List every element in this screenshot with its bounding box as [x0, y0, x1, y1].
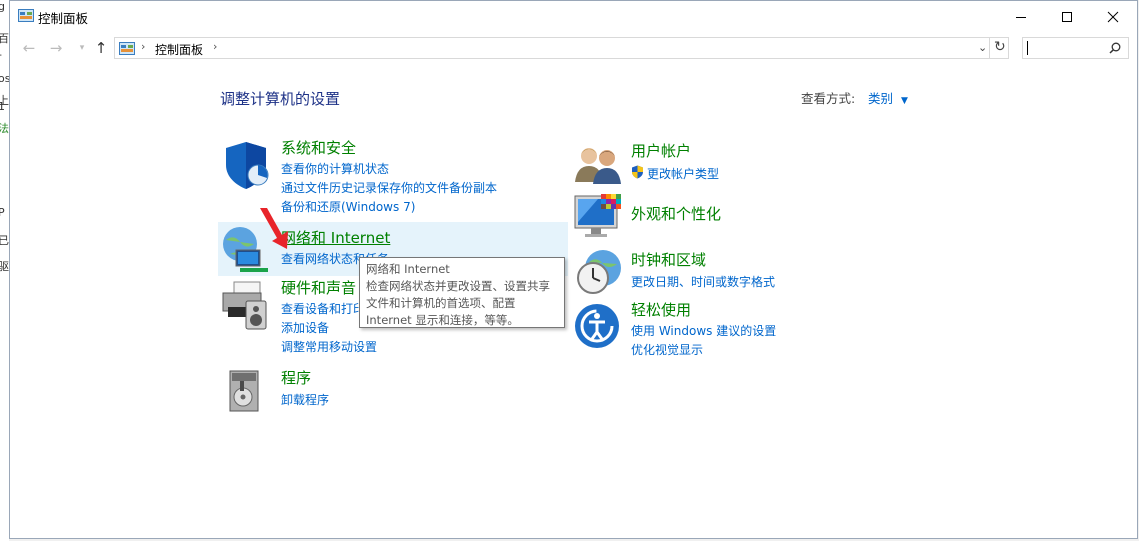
programs-icon[interactable]	[226, 367, 268, 415]
category-clock-region[interactable]: 时钟和区域	[631, 249, 706, 270]
link-backup-restore[interactable]: 备份和还原(Windows 7)	[281, 198, 415, 215]
control-panel-window: 控制面板 ← → ▾ ↑ › 控制面板 › ⌄ ↻ 调整计算机的设置 查看方式:…	[9, 0, 1138, 539]
link-date-time-format[interactable]: 更改日期、时间或数字格式	[631, 273, 775, 290]
text-cursor	[1027, 41, 1028, 55]
dropdown-triangle-icon[interactable]: ▼	[901, 96, 908, 106]
title-bar[interactable]: 控制面板	[10, 1, 1137, 32]
view-by-label: 查看方式:	[801, 91, 856, 106]
category-hardware-sound[interactable]: 硬件和声音	[281, 277, 356, 298]
forward-arrow-icon[interactable]: →	[47, 39, 65, 57]
background-fragment: P	[0, 206, 5, 219]
chevron-right-icon[interactable]: ›	[141, 40, 145, 53]
content-area: 调整计算机的设置 查看方式: 类别 ▼ 系统和安全 查看你的计算机状态 通过文件…	[10, 64, 1137, 538]
minimize-icon	[1016, 16, 1026, 18]
background-fragment: os	[0, 72, 9, 85]
navigation-bar: ← → ▾ ↑ › 控制面板 › ⌄ ↻	[10, 32, 1137, 64]
shield-icon[interactable]	[220, 139, 272, 191]
control-panel-icon	[18, 9, 34, 22]
background-fragment: g	[0, 0, 5, 13]
breadcrumb-control-panel[interactable]: 控制面板	[155, 41, 203, 58]
recent-locations-icon[interactable]: ▾	[73, 39, 91, 57]
link-add-device[interactable]: 添加设备	[281, 319, 329, 336]
maximize-button[interactable]	[1044, 1, 1090, 32]
page-title: 调整计算机的设置	[220, 90, 341, 108]
link-view-computer-status[interactable]: 查看你的计算机状态	[281, 160, 389, 177]
minimize-button[interactable]	[998, 1, 1044, 32]
tooltip-line: 文件和计算机的首选项、配置	[366, 296, 516, 310]
address-bar[interactable]: › 控制面板 › ⌄ ↻	[114, 37, 1009, 59]
background-fragment: 1	[0, 100, 5, 113]
search-input[interactable]	[1029, 40, 1103, 58]
tooltip-line: 检查网络状态并更改设置、设置共享	[366, 279, 550, 293]
background-fragment: 百	[0, 32, 9, 45]
chevron-right-icon[interactable]: ›	[213, 40, 217, 53]
address-divider	[989, 37, 990, 59]
link-file-history-backup[interactable]: 通过文件历史记录保存你的文件备份副本	[281, 179, 497, 196]
network-tooltip: 网络和 Internet 检查网络状态并更改设置、设置共享 文件和计算机的首选项…	[359, 257, 565, 328]
clock-globe-icon[interactable]	[573, 246, 625, 298]
appearance-personalization-icon[interactable]	[573, 192, 625, 244]
back-arrow-icon[interactable]: ←	[20, 39, 38, 57]
red-arrow-annotation-icon	[260, 208, 288, 249]
background-fragment: 法	[0, 122, 9, 135]
view-by-dropdown[interactable]: 类别 ▼	[868, 88, 908, 107]
refresh-icon[interactable]: ↻	[994, 39, 1006, 55]
link-recommended-settings[interactable]: 使用 Windows 建议的设置	[631, 322, 776, 339]
link-change-account-type[interactable]: 更改帐户类型	[647, 165, 719, 182]
ease-of-access-icon[interactable]	[573, 302, 621, 350]
link-uninstall-program[interactable]: 卸载程序	[281, 391, 329, 408]
category-appearance-personalization[interactable]: 外观和个性化	[631, 203, 721, 224]
link-optimize-visual-display[interactable]: 优化视觉显示	[631, 341, 703, 358]
category-programs[interactable]: 程序	[281, 367, 311, 388]
link-mobility-settings[interactable]: 调整常用移动设置	[281, 338, 377, 355]
category-user-accounts[interactable]: 用户帐户	[631, 140, 691, 161]
uac-shield-icon	[632, 165, 643, 179]
window-title: 控制面板	[38, 11, 89, 26]
chevron-down-icon[interactable]: ⌄	[978, 41, 987, 54]
category-system-security[interactable]: 系统和安全	[281, 137, 356, 158]
background-fragment: 已	[0, 234, 9, 247]
tooltip-line: 网络和 Internet	[366, 262, 450, 276]
up-arrow-icon[interactable]: ↑	[92, 39, 110, 57]
category-network-internet[interactable]: 网络和 Internet	[281, 227, 390, 248]
close-button[interactable]	[1090, 1, 1136, 32]
view-by-value[interactable]: 类别	[868, 91, 893, 106]
tooltip-line: Internet 显示和连接，等等。	[366, 313, 519, 327]
category-ease-of-access[interactable]: 轻松使用	[631, 299, 691, 320]
printer-speaker-icon[interactable]	[220, 279, 272, 331]
background-fragment: 驱	[0, 260, 9, 273]
close-icon	[1107, 11, 1119, 22]
search-box[interactable]	[1022, 37, 1129, 59]
maximize-icon	[1062, 11, 1072, 22]
search-icon[interactable]	[1109, 42, 1121, 54]
user-accounts-icon[interactable]	[573, 142, 623, 186]
background-fragment: -	[0, 48, 2, 61]
background-app-strip: g 百 - os 上 1 法 P 已 驱	[0, 0, 9, 541]
control-panel-icon	[119, 42, 135, 55]
